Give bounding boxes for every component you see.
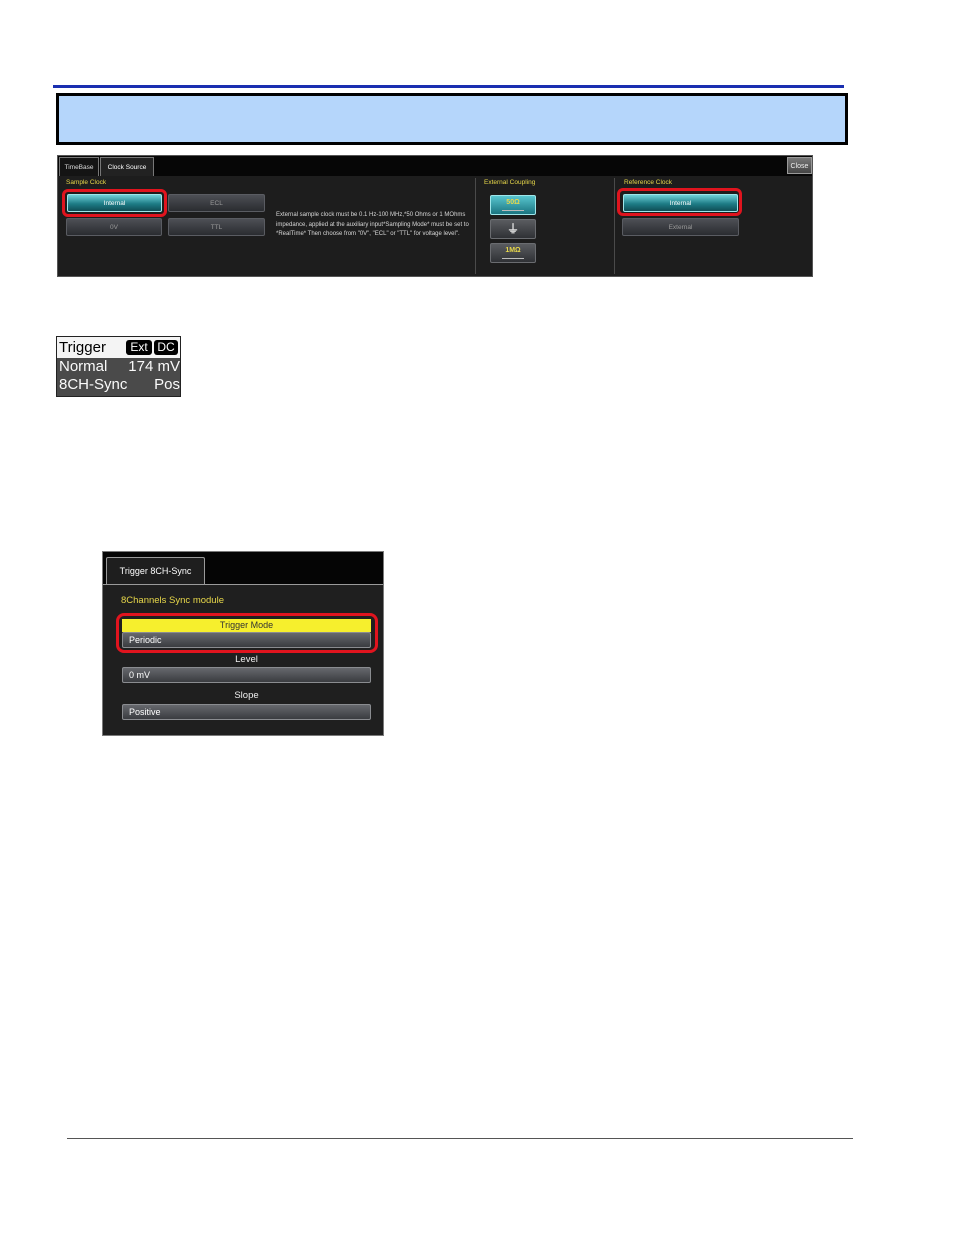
trigger-8ch-sync-dialog: Trigger 8CH-Sync 8Channels Sync module T… [102, 551, 384, 736]
highlight-ring [617, 188, 742, 216]
coupling-ground-button[interactable]: ⏚ [490, 219, 536, 239]
highlight-ring [116, 613, 378, 653]
external-coupling-label: External Coupling [484, 179, 536, 186]
tab-trigger-8ch-sync[interactable]: Trigger 8CH-Sync [106, 557, 205, 585]
tab-timebase[interactable]: TimeBase [59, 157, 99, 176]
ground-icon: ⏚ [506, 222, 519, 236]
trigger-mode: Normal [59, 358, 108, 375]
note-box [56, 93, 848, 145]
coupling-50-ohm-button[interactable]: 50Ω [490, 195, 536, 215]
sample-clock-ttl-button[interactable]: TTL [168, 218, 265, 236]
divider [614, 178, 615, 274]
trigger-slope: Pos [154, 376, 180, 393]
trigger-level: 174 mV [128, 358, 180, 375]
tab-bar: TimeBase Clock Source Close [58, 156, 812, 176]
tab-clock-source[interactable]: Clock Source [100, 157, 154, 176]
trigger-mode-row: Normal 174 mV [59, 358, 180, 376]
level-label: Level [235, 654, 258, 665]
trigger-source: 8CH-Sync [59, 376, 128, 393]
reference-clock-external-button[interactable]: External [622, 218, 739, 236]
level-field[interactable]: 0 mV [122, 667, 371, 683]
trigger-descriptor-label[interactable]: Trigger Ext DC Normal 174 mV 8CH-Sync Po… [56, 336, 181, 397]
sample-clock-ecl-button[interactable]: ECL [168, 194, 265, 212]
tab-bar: Trigger 8CH-Sync [103, 552, 383, 585]
divider [475, 178, 476, 274]
highlight-ring [62, 189, 167, 217]
dc-badge: DC [154, 340, 178, 355]
close-button[interactable]: Close [787, 157, 812, 174]
coupling-1m-ohm-button[interactable]: 1MΩ [490, 243, 536, 263]
footer-rule [67, 1138, 853, 1139]
ext-badge: Ext [126, 340, 152, 355]
slope-field[interactable]: Positive [122, 704, 371, 720]
clock-source-dialog: TimeBase Clock Source Close Sample Clock… [57, 155, 813, 277]
sync-module-label: 8Channels Sync module [121, 595, 224, 606]
trigger-source-row: 8CH-Sync Pos [59, 376, 180, 394]
sample-clock-0v-button[interactable]: 0V [66, 218, 162, 236]
header-rule [53, 85, 844, 88]
sample-clock-label: Sample Clock [66, 179, 107, 186]
slope-label: Slope [234, 690, 259, 701]
trigger-descriptor-header: Trigger Ext DC [57, 337, 180, 358]
reference-clock-label: Reference Clock [624, 179, 673, 186]
sample-clock-help-text: External sample clock must be 0.1 Hz-100… [276, 212, 469, 237]
trigger-title: Trigger [59, 339, 106, 356]
